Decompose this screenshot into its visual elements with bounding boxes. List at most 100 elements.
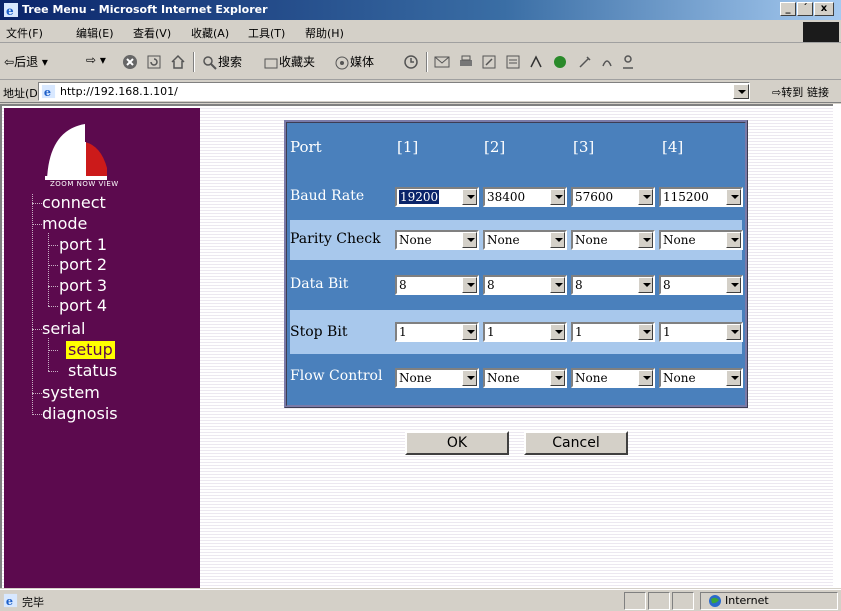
dropdown-arrow-icon[interactable]	[638, 370, 653, 386]
search-button[interactable]: 搜索	[202, 53, 242, 71]
data-bit-select-port-4[interactable]: 8	[659, 275, 743, 295]
tree-item-diagnosis[interactable]: diagnosis	[42, 405, 118, 423]
table-header-row: Port [1] [2] [3] [4]	[290, 126, 742, 169]
dropdown-arrow-icon[interactable]	[638, 324, 653, 340]
tree-item-connect[interactable]: connect	[42, 194, 106, 212]
close-button[interactable]: x	[814, 2, 834, 16]
dropdown-arrow-icon[interactable]	[726, 189, 741, 205]
home-icon[interactable]	[170, 54, 186, 70]
dropdown-arrow-icon[interactable]	[726, 232, 741, 248]
go-button[interactable]: ⇨转到	[772, 84, 803, 100]
status-pane	[624, 592, 646, 610]
dropdown-arrow-icon[interactable]	[550, 277, 565, 293]
tools-icon[interactable]	[577, 54, 593, 70]
baud-rate-select-port-2[interactable]: 38400	[483, 187, 567, 207]
tree-item-system[interactable]: system	[42, 384, 100, 402]
baud-rate-select-port-3[interactable]: 57600	[571, 187, 655, 207]
tree-item-mode[interactable]: mode	[42, 215, 87, 233]
tree-branch-line	[48, 350, 58, 351]
menu-help[interactable]: 帮助(H)	[305, 25, 344, 41]
tree-item-port-3[interactable]: port 3	[59, 277, 107, 295]
menu-file[interactable]: 文件(F)	[6, 25, 43, 41]
select-value: None	[399, 233, 432, 247]
stop-bit-select-port-4[interactable]: 1	[659, 322, 743, 342]
user-icon[interactable]	[620, 54, 636, 70]
back-button[interactable]: ⇦后退 ▾	[4, 53, 48, 70]
stop-bit-select-port-1[interactable]: 1	[395, 322, 479, 342]
dropdown-arrow-icon[interactable]	[638, 277, 653, 293]
select-value: 19200	[399, 190, 440, 204]
print-icon[interactable]	[458, 54, 474, 70]
select-value: 1	[487, 325, 495, 339]
favorites-button[interactable]: 收藏夹	[263, 53, 315, 71]
mail-icon[interactable]	[434, 54, 450, 70]
dropdown-arrow-icon[interactable]	[550, 370, 565, 386]
tree-item-port-1[interactable]: port 1	[59, 236, 107, 254]
tree-item-port-4[interactable]: port 4	[59, 297, 107, 315]
history-icon[interactable]	[403, 54, 419, 70]
flow-control-select-port-2[interactable]: None	[483, 368, 567, 388]
edit-icon[interactable]	[481, 54, 497, 70]
flow-control-select-port-1[interactable]: None	[395, 368, 479, 388]
links-button[interactable]: 链接	[807, 84, 829, 100]
minimize-button[interactable]: _	[780, 2, 796, 16]
forward-button[interactable]: ⇨ ▾	[86, 53, 106, 67]
dropdown-arrow-icon[interactable]	[638, 232, 653, 248]
address-dropdown-icon[interactable]	[733, 84, 749, 99]
tree-item-serial[interactable]: serial	[42, 320, 85, 338]
media-button[interactable]: 媒体	[334, 53, 374, 71]
flow-control-select-port-4[interactable]: None	[659, 368, 743, 388]
dropdown-arrow-icon[interactable]	[638, 189, 653, 205]
parity-select-port-4[interactable]: None	[659, 230, 743, 250]
tree-item-status[interactable]: status	[68, 362, 117, 380]
dropdown-arrow-icon[interactable]	[550, 324, 565, 340]
data-bit-row: Data Bit 8 8 8 8	[290, 260, 743, 310]
refresh-icon[interactable]	[146, 54, 162, 70]
menu-view[interactable]: 查看(V)	[133, 25, 171, 41]
stop-icon[interactable]	[122, 54, 138, 70]
dropdown-arrow-icon[interactable]	[462, 324, 477, 340]
tree-sub-line	[48, 338, 49, 371]
ok-button[interactable]: OK	[405, 431, 509, 455]
dropdown-arrow-icon[interactable]	[550, 232, 565, 248]
dropdown-arrow-icon[interactable]	[462, 277, 477, 293]
link-icon[interactable]	[599, 54, 615, 70]
data-bit-select-port-1[interactable]: 8	[395, 275, 479, 295]
menu-favorites[interactable]: 收藏(A)	[191, 25, 229, 41]
parity-select-port-2[interactable]: None	[483, 230, 567, 250]
data-bit-select-port-3[interactable]: 8	[571, 275, 655, 295]
dropdown-arrow-icon[interactable]	[462, 189, 477, 205]
research-icon[interactable]	[528, 54, 544, 70]
ie-logo-icon: e	[4, 3, 18, 18]
dropdown-arrow-icon[interactable]	[462, 370, 477, 386]
tree-item-port-2[interactable]: port 2	[59, 256, 107, 274]
dropdown-arrow-icon[interactable]	[726, 324, 741, 340]
flow-control-select-port-3[interactable]: None	[571, 368, 655, 388]
flow-control-label: Flow Control	[290, 368, 383, 384]
dropdown-arrow-icon[interactable]	[726, 370, 741, 386]
dropdown-arrow-icon[interactable]	[462, 232, 477, 248]
messenger-icon[interactable]	[552, 54, 568, 70]
menu-tools[interactable]: 工具(T)	[248, 25, 285, 41]
favorites-label: 收藏夹	[279, 55, 316, 69]
cancel-button[interactable]: Cancel	[524, 431, 628, 455]
tree-item-setup[interactable]: setup	[66, 341, 115, 359]
baud-rate-select-port-4[interactable]: 115200	[659, 187, 743, 207]
search-label: 搜索	[218, 55, 243, 69]
maximize-button[interactable]: ´	[797, 2, 813, 16]
address-input[interactable]: e http://192.168.1.101/	[38, 82, 750, 101]
data-bit-select-port-2[interactable]: 8	[483, 275, 567, 295]
stop-bit-select-port-2[interactable]: 1	[483, 322, 567, 342]
parity-select-port-3[interactable]: None	[571, 230, 655, 250]
discuss-icon[interactable]	[505, 54, 521, 70]
parity-select-port-1[interactable]: None	[395, 230, 479, 250]
select-value: 38400	[487, 190, 526, 204]
toolbar-separator	[193, 52, 195, 72]
stop-bit-select-port-3[interactable]: 1	[571, 322, 655, 342]
menu-edit[interactable]: 编辑(E)	[76, 25, 114, 41]
select-value: 8	[399, 278, 407, 292]
dropdown-arrow-icon[interactable]	[550, 189, 565, 205]
baud-rate-label: Baud Rate	[290, 188, 365, 204]
baud-rate-select-port-1[interactable]: 19200	[395, 187, 479, 207]
dropdown-arrow-icon[interactable]	[726, 277, 741, 293]
